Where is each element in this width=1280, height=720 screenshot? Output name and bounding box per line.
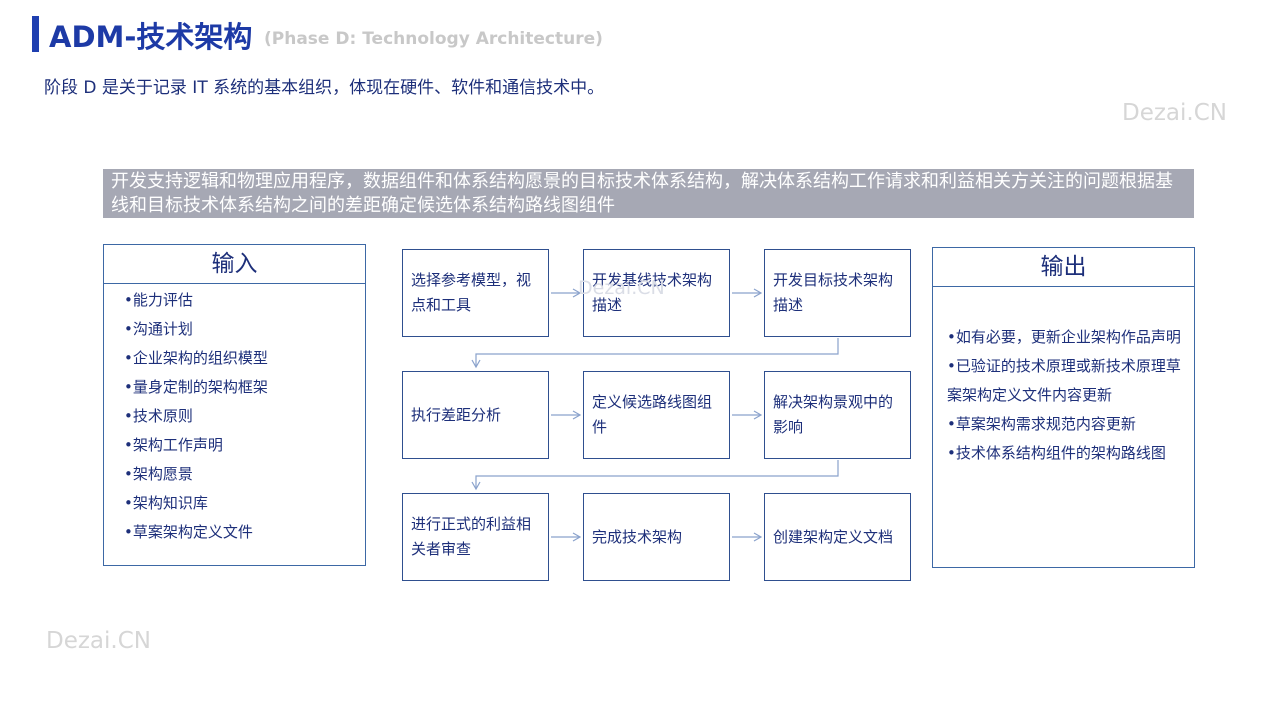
arrow-step3-step4 bbox=[471, 338, 839, 369]
flow-connectors bbox=[471, 288, 839, 542]
step-label: 选择参考模型，视点和工具 bbox=[411, 271, 532, 314]
step-box-9: 创建架构定义文档 bbox=[764, 493, 911, 581]
step-box-5: 定义候选路线图组件 bbox=[583, 371, 730, 459]
step-box-3: 开发目标技术架构描述 bbox=[764, 249, 911, 337]
step-label: 进行正式的利益相关者审查 bbox=[411, 515, 532, 558]
step-label: 开发目标技术架构描述 bbox=[773, 271, 894, 314]
step-label: 定义候选路线图组件 bbox=[592, 393, 713, 436]
step-box-4: 执行差距分析 bbox=[402, 371, 549, 459]
step-box-1: 选择参考模型，视点和工具 bbox=[402, 249, 549, 337]
step-label: 完成技术架构 bbox=[592, 527, 683, 546]
step-box-8: 完成技术架构 bbox=[583, 493, 730, 581]
step-box-6: 解决架构景观中的影响 bbox=[764, 371, 911, 459]
step-label: 创建架构定义文档 bbox=[773, 527, 894, 546]
watermark-center: Dezai.CN bbox=[578, 277, 665, 299]
step-label: 解决架构景观中的影响 bbox=[773, 393, 894, 436]
arrow-step6-step7 bbox=[471, 460, 839, 491]
step-label: 执行差距分析 bbox=[411, 405, 502, 424]
step-box-7: 进行正式的利益相关者审查 bbox=[402, 493, 549, 581]
